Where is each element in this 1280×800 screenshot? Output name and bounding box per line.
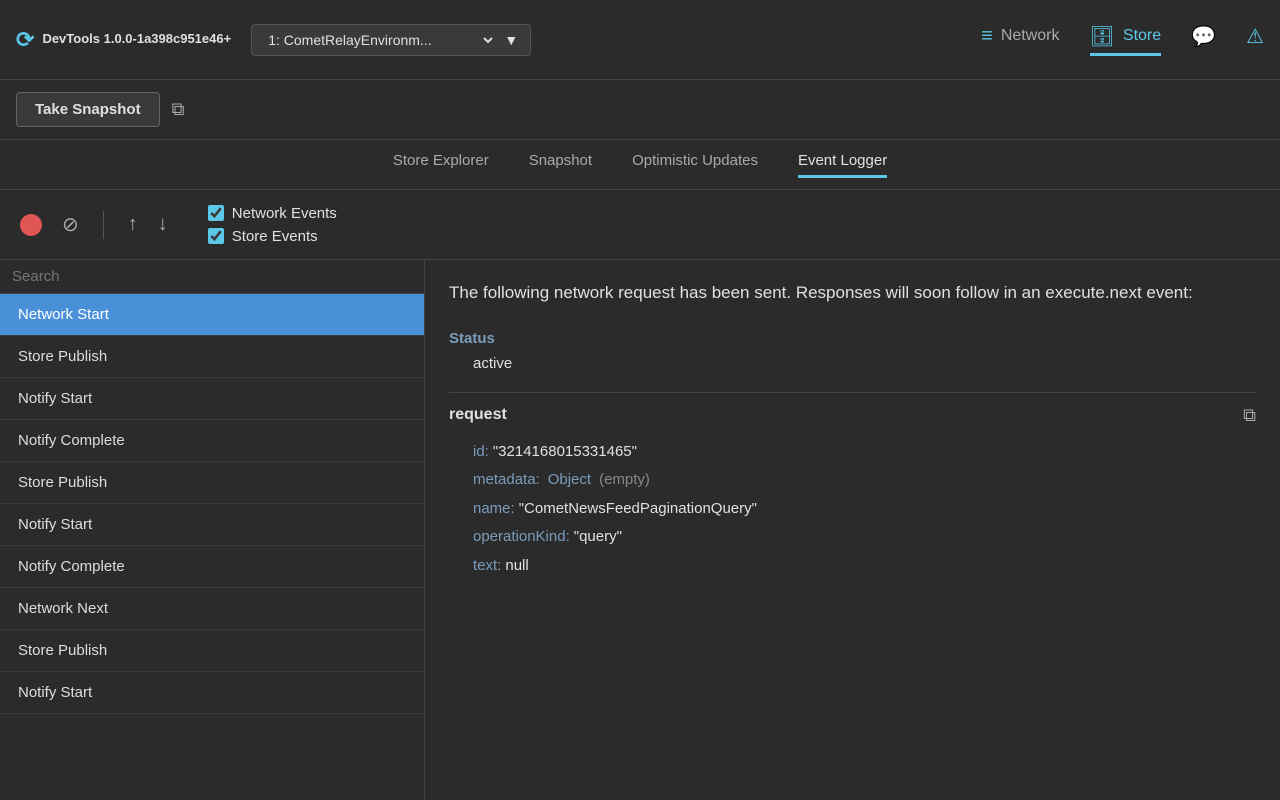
request-copy-icon[interactable]: ⧉ (1243, 405, 1256, 426)
filter-row: ⊘ ↑ ↓ Network Events Store Events (0, 190, 1280, 260)
list-item[interactable]: Notify Start (0, 378, 424, 420)
sub-nav: Store Explorer Snapshot Optimistic Updat… (0, 140, 1280, 190)
network-events-checkbox[interactable] (208, 205, 224, 221)
env-selector[interactable]: 1: CometRelayEnvironm... ▼ (251, 24, 531, 56)
upload-button[interactable]: ↑ (128, 213, 138, 236)
field-name-value: "CometNewsFeedPaginationQuery" (519, 495, 757, 524)
field-metadata-empty: (empty) (599, 466, 650, 495)
take-snapshot-button[interactable]: Take Snapshot (16, 92, 160, 127)
app-title: DevTools 1.0.0-1a398c951e46+ (42, 31, 231, 48)
field-operationkind-value: "query" (574, 523, 622, 552)
store-icon: 🗄 (1090, 24, 1115, 49)
request-label: request (449, 406, 507, 424)
tab-store[interactable]: 🗄 Store (1090, 24, 1162, 56)
list-item[interactable]: Store Publish (0, 630, 424, 672)
field-metadata-key: metadata: (473, 466, 540, 495)
field-text-key: text: (473, 552, 501, 581)
sub-nav-snapshot[interactable]: Snapshot (529, 152, 592, 178)
section-divider (449, 392, 1256, 393)
request-fields: id: "3214168015331465" metadata: Object … (473, 438, 1256, 581)
field-name: name: "CometNewsFeedPaginationQuery" (473, 495, 1256, 524)
list-item[interactable]: Network Next (0, 588, 424, 630)
request-header: request ⧉ (449, 405, 1256, 426)
event-description: The following network request has been s… (449, 280, 1256, 306)
tab-alert[interactable]: ⚠ (1246, 24, 1264, 56)
store-events-checkbox-row[interactable]: Store Events (208, 228, 337, 245)
field-operationkind: operationKind: "query" (473, 523, 1256, 552)
list-item[interactable]: Notify Start (0, 504, 424, 546)
logo-area: ⟳ DevTools 1.0.0-1a398c951e46+ (16, 27, 231, 53)
list-item[interactable]: Store Publish (0, 462, 424, 504)
status-value: active (473, 355, 1256, 372)
record-button[interactable] (20, 214, 42, 236)
field-id: id: "3214168015331465" (473, 438, 1256, 467)
right-panel: The following network request has been s… (425, 260, 1280, 800)
search-box (0, 260, 424, 294)
field-id-value: "3214168015331465" (493, 438, 637, 467)
top-bar: ⟳ DevTools 1.0.0-1a398c951e46+ 1: CometR… (0, 0, 1280, 80)
network-events-checkbox-row[interactable]: Network Events (208, 205, 337, 222)
download-button[interactable]: ↓ (158, 213, 168, 236)
network-events-label: Network Events (232, 205, 337, 222)
alert-icon: ⚠ (1246, 24, 1264, 49)
list-item[interactable]: Notify Complete (0, 546, 424, 588)
field-text-value: null (505, 552, 528, 581)
network-icon: ≡ (981, 25, 993, 48)
field-text: text: null (473, 552, 1256, 581)
field-metadata: metadata: Object (empty) (473, 466, 1256, 495)
chevron-down-icon: ▼ (504, 32, 518, 48)
chat-icon: 💬 (1191, 24, 1216, 49)
search-input[interactable] (12, 268, 412, 285)
store-events-label: Store Events (232, 228, 318, 245)
field-operationkind-key: operationKind: (473, 523, 570, 552)
env-select[interactable]: 1: CometRelayEnvironm... (264, 31, 496, 49)
toolbar-row: Take Snapshot ⧉ (0, 80, 1280, 140)
event-list: Network Start Store Publish Notify Start… (0, 294, 424, 800)
tab-network[interactable]: ≡ Network (981, 25, 1059, 55)
tab-store-label: Store (1123, 27, 1161, 45)
field-id-key: id: (473, 438, 489, 467)
list-item[interactable]: Network Start (0, 294, 424, 336)
list-item[interactable]: Notify Start (0, 672, 424, 714)
clear-button[interactable]: ⊘ (62, 212, 79, 237)
sub-nav-store-explorer[interactable]: Store Explorer (393, 152, 489, 178)
checkboxes-area: Network Events Store Events (208, 205, 337, 245)
filter-divider (103, 211, 104, 239)
tab-chat[interactable]: 💬 (1191, 24, 1216, 56)
copy-icon[interactable]: ⧉ (172, 99, 185, 120)
left-panel: Network Start Store Publish Notify Start… (0, 260, 425, 800)
field-metadata-type: Object (548, 466, 591, 495)
main-content: Network Start Store Publish Notify Start… (0, 260, 1280, 800)
list-item[interactable]: Store Publish (0, 336, 424, 378)
tab-network-label: Network (1001, 27, 1060, 45)
store-events-checkbox[interactable] (208, 228, 224, 244)
field-name-key: name: (473, 495, 515, 524)
logo-icon: ⟳ (16, 27, 34, 53)
sub-nav-optimistic-updates[interactable]: Optimistic Updates (632, 152, 758, 178)
status-label: Status (449, 330, 1256, 347)
list-item[interactable]: Notify Complete (0, 420, 424, 462)
nav-tabs: ≡ Network 🗄 Store 💬 ⚠ (981, 24, 1264, 56)
sub-nav-event-logger[interactable]: Event Logger (798, 152, 887, 178)
